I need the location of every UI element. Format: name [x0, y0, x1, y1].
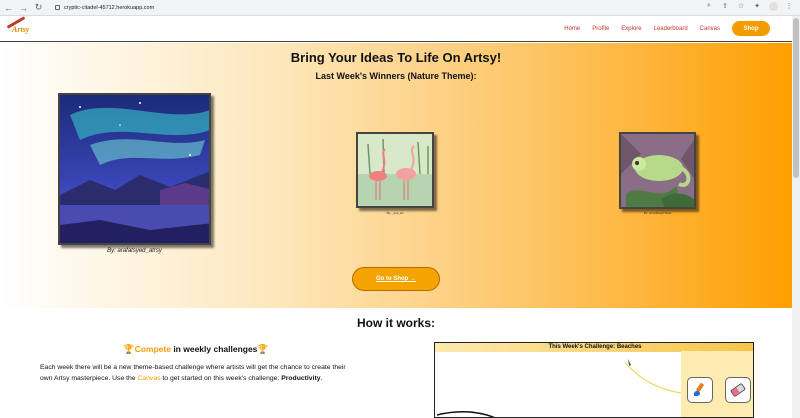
canvas-link[interactable]: Canvas [137, 375, 160, 382]
paintbrush-icon [693, 383, 707, 397]
compete-heading: 🏆Compete in weekly challenges🏆 [40, 344, 352, 355]
hero-title: Bring Your Ideas To Life On Artsy! [290, 50, 502, 65]
profile-avatar[interactable] [768, 2, 778, 13]
para-end: . [320, 375, 323, 382]
extensions-icon[interactable]: ✦ [752, 2, 762, 13]
lock-icon [55, 5, 60, 10]
compete-word: Compete [134, 344, 171, 354]
nav-explore[interactable]: Explore [621, 26, 641, 32]
star-icon[interactable]: ☆ [736, 2, 746, 13]
winner-caption-2: By: _ava_art [386, 211, 404, 215]
menu-kebab-icon[interactable]: ⋮ [784, 2, 794, 13]
page-scrollbar[interactable] [792, 16, 800, 418]
canvas-drawing [436, 359, 681, 417]
scroll-thumb[interactable] [793, 18, 799, 178]
winner-artwork-chameleon[interactable] [619, 132, 696, 209]
winner-caption-3: By: anna9helpThatts [643, 211, 672, 215]
aurora-landscape-image [60, 95, 209, 243]
browser-toolbar: ← → ↻ cryptic-citadel-45712.herokuapp.co… [0, 0, 800, 16]
para-text-2: to get started on this week's challenge: [160, 375, 282, 382]
address-bar[interactable]: cryptic-citadel-45712.herokuapp.com [51, 1, 701, 14]
share-icon[interactable]: ⇪ [720, 2, 730, 13]
nav-leaderboard[interactable]: Leaderboard [654, 26, 688, 32]
winner-artwork-flamingos[interactable] [356, 132, 434, 208]
go-to-shop-button[interactable]: Go to Shop → [352, 267, 440, 291]
forward-arrow-icon[interactable]: → [17, 1, 30, 14]
artsy-logo[interactable]: Artsy [6, 15, 36, 38]
reload-icon[interactable]: ↻ [32, 1, 45, 14]
nav-home[interactable]: Home [564, 26, 580, 32]
challenge-theme: Productivity [281, 375, 321, 382]
zoom-icon[interactable]: ⌕ [704, 2, 714, 13]
url-text: cryptic-citadel-45712.herokuapp.com [64, 4, 155, 11]
brush-tool-button[interactable] [687, 377, 713, 403]
eraser-tool-button[interactable] [725, 377, 751, 403]
eraser-icon [729, 382, 747, 398]
hero-section: Bring Your Ideas To Life On Artsy! Last … [0, 43, 792, 308]
challenge-description: Each week there will be a new theme-base… [40, 362, 352, 384]
back-arrow-icon[interactable]: ← [2, 1, 15, 14]
flamingos-image [358, 134, 432, 206]
nav-profile[interactable]: Profile [592, 26, 609, 32]
winner-artwork-aurora[interactable] [58, 93, 211, 245]
nav-canvas[interactable]: Canvas [700, 26, 720, 32]
tool-panel [681, 351, 753, 417]
trophy-icon: 🏆 [123, 344, 135, 354]
how-it-works-title: How it works: [356, 316, 435, 330]
winners-subtitle: Last Week's Winners (Nature Theme): [315, 71, 477, 81]
winner-caption-1: By: arafatsyed_atrsy [107, 248, 162, 254]
compete-rest: in weekly challenges [170, 344, 258, 354]
shop-button[interactable]: Shop [732, 21, 770, 36]
chameleon-image [621, 134, 694, 207]
site-navbar: Artsy Home Profile Explore Leaderboard C… [0, 15, 792, 42]
logo-text: Artsy [12, 24, 30, 34]
challenge-canvas-preview[interactable]: This Week's Challenge: Beaches [434, 342, 754, 418]
trophy-icon: 🏆 [257, 344, 269, 354]
